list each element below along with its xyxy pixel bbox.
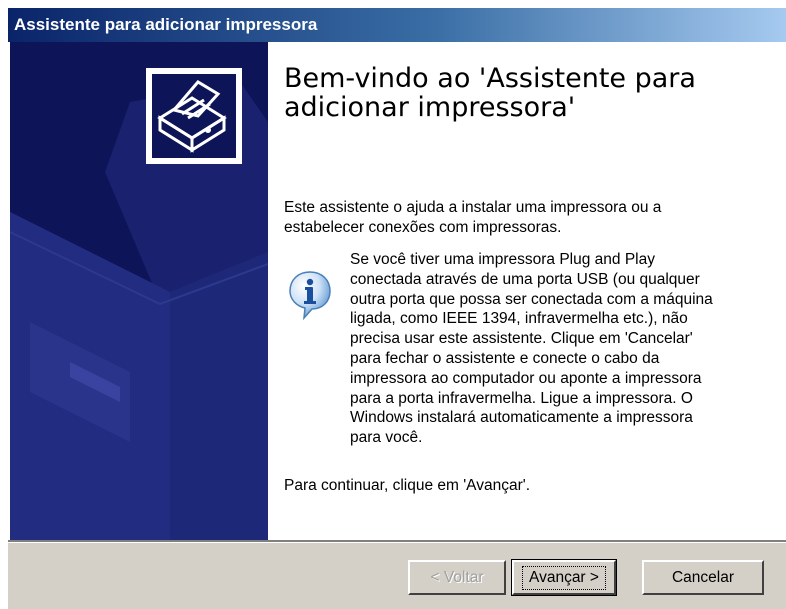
window-title: Assistente para adicionar impressora [14, 15, 318, 34]
wizard-content: Bem-vindo ao 'Assistente para adicionar … [268, 42, 786, 540]
cancel-button-label: Cancelar [671, 568, 735, 586]
page-title: Bem-vindo ao 'Assistente para adicionar … [284, 63, 696, 123]
next-button[interactable]: Avançar > [511, 559, 617, 596]
info-icon [284, 268, 336, 321]
printer-icon-frame [146, 68, 242, 164]
intro-text: Este assistente o ajuda a instalar uma i… [284, 199, 662, 236]
button-bar: < Voltar Avançar > Cancelar [8, 543, 786, 609]
back-button[interactable]: < Voltar [408, 560, 506, 595]
printer-wizard-icon [157, 80, 227, 153]
info-message: Se você tiver uma impressora Plug and Pl… [350, 251, 713, 447]
back-button-label: < Voltar [430, 568, 484, 586]
wizard-window: Assistente para adicionar impressora Bem… [8, 8, 786, 609]
wizard-banner [10, 42, 268, 540]
next-button-label: Avançar > [522, 565, 606, 590]
continue-instruction: Para continuar, clique em 'Avançar'. [284, 477, 531, 494]
cancel-button[interactable]: Cancelar [642, 560, 764, 595]
title-bar[interactable]: Assistente para adicionar impressora [8, 8, 786, 42]
